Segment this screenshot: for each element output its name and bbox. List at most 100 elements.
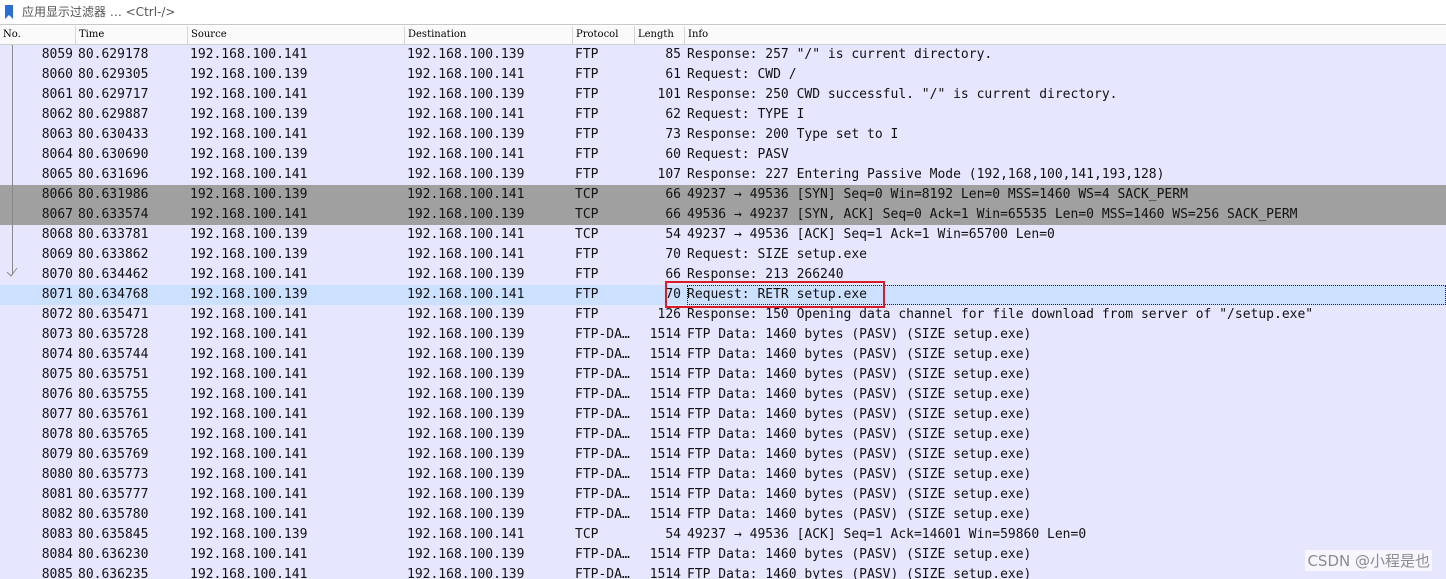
packet-source: 192.168.100.141: [190, 327, 308, 342]
packet-no: 8064: [41, 147, 73, 162]
packet-time: 80.636230: [78, 547, 149, 562]
packet-time: 80.636235: [78, 567, 149, 579]
packet-row[interactable]: 8067 80.633574 192.168.100.141 192.168.100.…: [0, 205, 1446, 225]
packet-protocol: FTP: [575, 307, 599, 322]
packet-length: 1514: [649, 327, 681, 342]
packet-row[interactable]: 8063 80.630433 192.168.100.141 192.168.100.…: [0, 125, 1446, 145]
column-header-info[interactable]: Info: [685, 26, 1446, 44]
packet-row[interactable]: 8077 80.635761 192.168.100.141 192.168.100.…: [0, 405, 1446, 425]
packet-list-header: No. Time Source Destination Protocol Len…: [0, 26, 1446, 45]
column-header-source[interactable]: Source: [188, 26, 405, 44]
packet-row[interactable]: 8078 80.635765 192.168.100.141 192.168.100.…: [0, 425, 1446, 445]
packet-time: 80.634462: [78, 267, 149, 282]
packet-destination: 192.168.100.141: [407, 107, 525, 122]
packet-protocol: FTP: [575, 247, 599, 262]
packet-time: 80.635780: [78, 507, 149, 522]
packet-no: 8072: [41, 307, 73, 322]
packet-row[interactable]: 8076 80.635755 192.168.100.141 192.168.100.…: [0, 385, 1446, 405]
packet-protocol: FTP: [575, 107, 599, 122]
packet-protocol: FTP-DA…: [575, 427, 630, 442]
packet-row[interactable]: 8083 80.635845 192.168.100.139 192.168.100.…: [0, 525, 1446, 545]
column-header-protocol[interactable]: Protocol: [573, 26, 635, 44]
packet-row[interactable]: 8080 80.635773 192.168.100.141 192.168.100.…: [0, 465, 1446, 485]
display-filter-input[interactable]: 应用显示过滤器 … <Ctrl-/>: [22, 5, 175, 20]
packet-time: 80.635777: [78, 487, 149, 502]
packet-no: 8063: [41, 127, 73, 142]
packet-info: 49536 → 49237 [SYN, ACK] Seq=0 Ack=1 Win…: [687, 207, 1298, 222]
packet-row[interactable]: 8068 80.633781 192.168.100.139 192.168.100.…: [0, 225, 1446, 245]
packet-time: 80.635769: [78, 447, 149, 462]
packet-destination: 192.168.100.139: [407, 507, 525, 522]
packet-list[interactable]: 8059 80.629178 192.168.100.141 192.168.100.…: [0, 45, 1446, 579]
packet-protocol: TCP: [575, 227, 599, 242]
packet-time: 80.635755: [78, 387, 149, 402]
packet-row[interactable]: 8082 80.635780 192.168.100.141 192.168.100.…: [0, 505, 1446, 525]
packet-row[interactable]: 8062 80.629887 192.168.100.139 192.168.100.…: [0, 105, 1446, 125]
packet-source: 192.168.100.139: [190, 67, 308, 82]
packet-protocol: FTP-DA…: [575, 487, 630, 502]
packet-protocol: FTP: [575, 267, 599, 282]
packet-no: 8078: [41, 427, 73, 442]
packet-row[interactable]: 8065 80.631696 192.168.100.141 192.168.100.…: [0, 165, 1446, 185]
packet-info: Request: CWD /: [687, 67, 797, 82]
column-header-time[interactable]: Time: [76, 26, 188, 44]
packet-destination: 192.168.100.139: [407, 407, 525, 422]
packet-row[interactable]: 8085 80.636235 192.168.100.141 192.168.100.…: [0, 565, 1446, 579]
packet-no: 8066: [41, 187, 73, 202]
bookmark-icon[interactable]: [4, 5, 14, 19]
packet-row[interactable]: 8081 80.635777 192.168.100.141 192.168.100.…: [0, 485, 1446, 505]
column-header-length[interactable]: Length: [635, 26, 685, 44]
packet-row[interactable]: 8069 80.633862 192.168.100.139 192.168.100.…: [0, 245, 1446, 265]
packet-source: 192.168.100.141: [190, 207, 308, 222]
packet-time: 80.629178: [78, 47, 149, 62]
packet-row[interactable]: 8064 80.630690 192.168.100.139 192.168.100.…: [0, 145, 1446, 165]
packet-protocol: FTP: [575, 47, 599, 62]
packet-row[interactable]: 8084 80.636230 192.168.100.141 192.168.100.…: [0, 545, 1446, 565]
packet-row[interactable]: 8061 80.629717 192.168.100.141 192.168.100.…: [0, 85, 1446, 105]
packet-source: 192.168.100.141: [190, 507, 308, 522]
packet-length: 1514: [649, 467, 681, 482]
packet-row[interactable]: 8072 80.635471 192.168.100.141 192.168.100.…: [0, 305, 1446, 325]
packet-row[interactable]: 8075 80.635751 192.168.100.141 192.168.100.…: [0, 365, 1446, 385]
packet-source: 192.168.100.141: [190, 267, 308, 282]
packet-row[interactable]: 8074 80.635744 192.168.100.141 192.168.100.…: [0, 345, 1446, 365]
packet-source: 192.168.100.141: [190, 547, 308, 562]
packet-length: 1514: [649, 447, 681, 462]
display-filter-bar[interactable]: 应用显示过滤器 … <Ctrl-/>: [0, 0, 1446, 25]
packet-length: 1514: [649, 507, 681, 522]
packet-protocol: FTP: [575, 167, 599, 182]
packet-protocol: FTP-DA…: [575, 547, 630, 562]
packet-row[interactable]: 8079 80.635769 192.168.100.141 192.168.100.…: [0, 445, 1446, 465]
packet-time: 80.635751: [78, 367, 149, 382]
column-header-no[interactable]: No.: [0, 26, 76, 44]
packet-length: 62: [665, 107, 681, 122]
packet-row[interactable]: 8073 80.635728 192.168.100.141 192.168.100.…: [0, 325, 1446, 345]
packet-protocol: FTP-DA…: [575, 367, 630, 382]
packet-row[interactable]: 8070 80.634462 192.168.100.141 192.168.100.…: [0, 265, 1446, 285]
packet-length: 126: [657, 307, 681, 322]
column-header-destination[interactable]: Destination: [405, 26, 573, 44]
packet-info: Request: RETR setup.exe: [687, 285, 1446, 305]
packet-no: 8073: [41, 327, 73, 342]
packet-length: 1514: [649, 407, 681, 422]
packet-no: 8080: [41, 467, 73, 482]
packet-length: 70: [665, 287, 681, 302]
packet-protocol: FTP: [575, 287, 599, 302]
packet-no: 8075: [41, 367, 73, 382]
packet-source: 192.168.100.141: [190, 307, 308, 322]
packet-row[interactable]: 8059 80.629178 192.168.100.141 192.168.100.…: [0, 45, 1446, 65]
packet-time: 80.633781: [78, 227, 149, 242]
packet-info: Response: 150 Opening data channel for f…: [687, 307, 1314, 322]
packet-info: Request: TYPE I: [687, 107, 805, 122]
packet-destination: 192.168.100.139: [407, 307, 525, 322]
packet-row[interactable]: 8066 80.631986 192.168.100.139 192.168.100.…: [0, 185, 1446, 205]
packet-row[interactable]: 8060 80.629305 192.168.100.139 192.168.100.…: [0, 65, 1446, 85]
packet-info: 49237 → 49536 [SYN] Seq=0 Win=8192 Len=0…: [687, 187, 1188, 202]
packet-destination: 192.168.100.139: [407, 347, 525, 362]
packet-row-selected[interactable]: 8071 80.634768 192.168.100.139 192.168.100.…: [0, 285, 1446, 305]
packet-length: 61: [665, 67, 681, 82]
packet-info: Response: 213 266240: [687, 267, 844, 282]
watermark: CSDN @小程是也: [1305, 550, 1432, 571]
packet-info: FTP Data: 1460 bytes (PASV) (SIZE setup.…: [687, 387, 1032, 402]
packet-destination: 192.168.100.139: [407, 47, 525, 62]
